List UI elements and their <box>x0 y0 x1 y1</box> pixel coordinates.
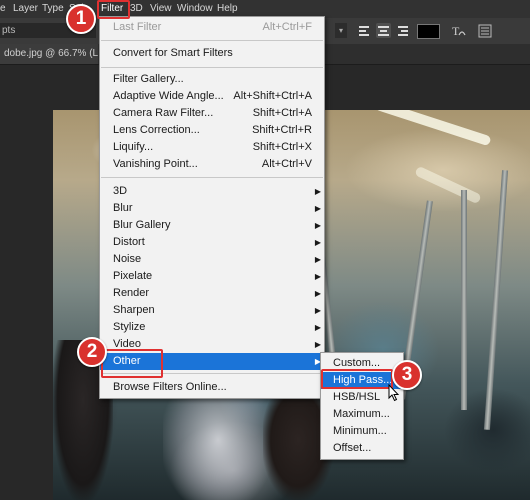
menu-view[interactable]: View <box>150 3 172 14</box>
menu-item-lens-correction[interactable]: Lens Correction... Shift+Ctrl+R <box>100 122 324 139</box>
submenu-arrow-icon: ▶ <box>314 221 321 230</box>
submenu-arrow-icon: ▶ <box>314 238 321 247</box>
menu-item-vanishing-point[interactable]: Vanishing Point... Alt+Ctrl+V <box>100 156 324 173</box>
menu-item-label: Vanishing Point... <box>113 158 198 170</box>
menu-item-label: 3D <box>113 185 128 197</box>
submenu-item-minimum[interactable]: Minimum... <box>321 423 403 440</box>
filter-menu: Last Filter Alt+Ctrl+F Convert for Smart… <box>99 16 325 399</box>
submenu-arrow-icon: ▶ <box>314 204 321 213</box>
menu-item-liquify[interactable]: Liquify... Shift+Ctrl+X <box>100 139 324 156</box>
submenu-arrow-icon: ▶ <box>314 255 321 264</box>
menu-item-filter-gallery[interactable]: Filter Gallery... <box>100 71 324 88</box>
submenu-item-maximum[interactable]: Maximum... <box>321 406 403 423</box>
menu-item-shortcut: Shift+Ctrl+X <box>252 141 312 153</box>
menu-item-render[interactable]: Render ▶ <box>100 285 324 302</box>
filter-menu-highlight-box <box>97 0 130 19</box>
menu-divider <box>101 177 323 178</box>
menu-help[interactable]: Help <box>217 3 238 14</box>
high-pass-highlight-box <box>321 369 393 389</box>
menu-item-stylize[interactable]: Stylize ▶ <box>100 319 324 336</box>
menu-item-label: Noise <box>113 253 142 265</box>
menu-item-label: Minimum... <box>333 425 387 437</box>
menu-item-label: Adaptive Wide Angle... <box>113 90 224 102</box>
submenu-arrow-icon: ▶ <box>314 289 321 298</box>
align-left-icon[interactable] <box>357 23 372 38</box>
menu-item-label: Filter Gallery... <box>113 73 184 85</box>
menu-item-distort[interactable]: Distort ▶ <box>100 234 324 251</box>
submenu-arrow-icon: ▶ <box>314 340 321 349</box>
menu-item-label: Maximum... <box>333 408 390 420</box>
menu-item-shortcut: Shift+Ctrl+A <box>252 107 312 119</box>
submenu-arrow-icon: ▶ <box>314 323 321 332</box>
mouse-pointer-icon <box>388 384 400 402</box>
menu-edit[interactable]: e <box>0 3 6 14</box>
menu-item-label: Convert for Smart Filters <box>113 47 233 59</box>
menu-type[interactable]: Type <box>42 3 64 14</box>
menu-item-label: Sharpen <box>113 304 155 316</box>
submenu-arrow-icon: ▶ <box>314 187 321 196</box>
step-badge-2: 2 <box>77 337 107 367</box>
menu-item-label: Offset... <box>333 442 372 454</box>
other-item-highlight-box <box>101 349 163 378</box>
submenu-item-offset[interactable]: Offset... <box>321 440 403 457</box>
menu-item-pixelate[interactable]: Pixelate ▶ <box>100 268 324 285</box>
svg-text:T: T <box>452 24 460 38</box>
menu-item-noise[interactable]: Noise ▶ <box>100 251 324 268</box>
menu-item-shortcut: Alt+Ctrl+F <box>262 21 312 33</box>
menu-item-3d[interactable]: 3D ▶ <box>100 183 324 200</box>
align-right-icon[interactable] <box>395 23 410 38</box>
menu-window[interactable]: Window <box>177 3 213 14</box>
menu-item-camera-raw-filter[interactable]: Camera Raw Filter... Shift+Ctrl+A <box>100 105 324 122</box>
align-center-icon[interactable] <box>376 23 391 38</box>
menu-item-label: Liquify... <box>113 141 154 153</box>
menu-item-label: HSB/HSL <box>333 391 381 403</box>
submenu-arrow-icon: ▶ <box>314 306 321 315</box>
menu-divider <box>101 40 323 41</box>
menu-item-label: Last Filter <box>113 21 162 33</box>
menu-item-adaptive-wide-angle[interactable]: Adaptive Wide Angle... Alt+Shift+Ctrl+A <box>100 88 324 105</box>
menu-item-blur-gallery[interactable]: Blur Gallery ▶ <box>100 217 324 234</box>
submenu-arrow-icon: ▶ <box>314 272 321 281</box>
menu-item-browse-filters-online[interactable]: Browse Filters Online... <box>100 379 324 396</box>
menu-3d[interactable]: 3D <box>130 3 143 14</box>
menu-item-label: Blur Gallery <box>113 219 171 231</box>
menu-item-sharpen[interactable]: Sharpen ▶ <box>100 302 324 319</box>
character-panel-icon[interactable] <box>478 24 492 38</box>
menu-item-label: Browse Filters Online... <box>113 381 227 393</box>
menu-item-shortcut: Shift+Ctrl+R <box>252 124 312 136</box>
menu-item-label: Blur <box>113 202 133 214</box>
menu-item-label: Distort <box>113 236 145 248</box>
anti-alias-dropdown-icon[interactable]: ▾ <box>335 23 347 38</box>
menu-item-label: Custom... <box>333 357 381 369</box>
menu-item-label: Camera Raw Filter... <box>113 107 214 119</box>
menu-item-convert-smart-filters[interactable]: Convert for Smart Filters <box>100 45 324 62</box>
menu-item-label: Pixelate <box>113 270 153 282</box>
menu-item-label: Render <box>113 287 150 299</box>
document-tab[interactable]: dobe.jpg @ 66.7% (Layer 1, <box>0 44 98 64</box>
menu-item-shortcut: Alt+Shift+Ctrl+A <box>233 90 312 102</box>
menu-divider <box>101 67 323 68</box>
menu-layer[interactable]: Layer <box>13 3 38 14</box>
menu-item-label: Stylize <box>113 321 146 333</box>
menu-item-blur[interactable]: Blur ▶ <box>100 200 324 217</box>
menu-item-shortcut: Alt+Ctrl+V <box>261 158 312 170</box>
menu-item-last-filter[interactable]: Last Filter Alt+Ctrl+F <box>100 19 324 36</box>
warp-text-icon[interactable]: T <box>451 23 467 39</box>
step-badge-1: 1 <box>66 4 96 34</box>
text-color-swatch[interactable] <box>417 24 440 39</box>
menu-item-label: Lens Correction... <box>113 124 200 136</box>
